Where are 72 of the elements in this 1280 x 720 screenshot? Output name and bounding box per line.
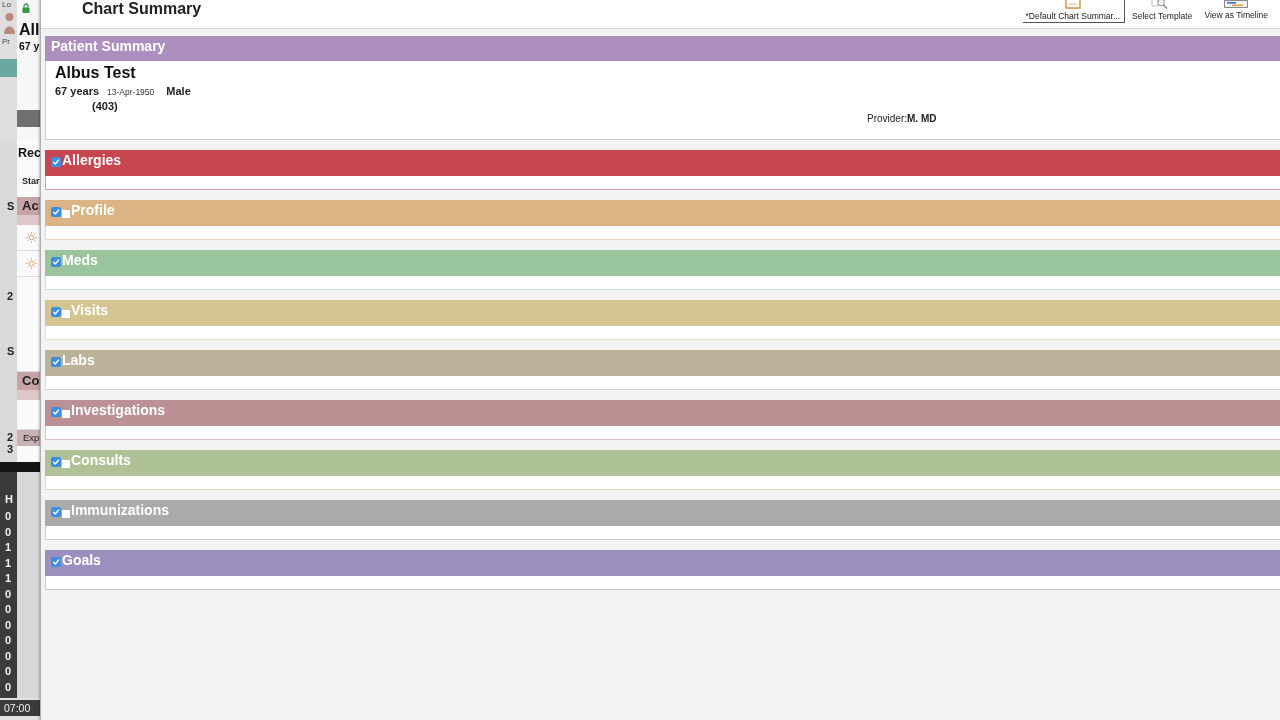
label-text: Pr — [1, 37, 10, 47]
avatar-icon — [4, 12, 15, 34]
provider-text: Provider:M. MD — [867, 113, 937, 125]
toolbar-button[interactable]: View as Timeline — [1201, 0, 1273, 23]
hour-text: 0 — [4, 648, 12, 664]
panel-footer: Exp — [17, 430, 40, 446]
panel-header: Co — [17, 372, 40, 390]
label-text: Star — [21, 175, 40, 187]
checkbox[interactable] — [62, 510, 70, 518]
checkbox[interactable] — [51, 207, 61, 217]
label-text: Lo — [1, 0, 11, 10]
checkbox[interactable] — [51, 157, 61, 167]
rail-text: 2 — [6, 290, 14, 302]
hour-text: 0 — [4, 664, 12, 679]
panel-subheader — [17, 390, 40, 400]
section-title: Visits — [71, 302, 109, 318]
patient-code: (403) — [92, 99, 118, 113]
rail-text: 2 — [6, 431, 14, 443]
hour-text: 0 — [4, 524, 12, 540]
tab-block — [0, 59, 17, 77]
separator-bar — [0, 462, 40, 472]
sun-icon — [26, 258, 37, 269]
hour-text: 1 — [4, 571, 12, 586]
checkbox[interactable] — [51, 357, 61, 367]
section-title: Allergies — [62, 152, 122, 168]
heading-text: Rec — [17, 145, 40, 161]
patient-name: Albus Test — [55, 63, 136, 83]
toolbar-button[interactable]: Select Template — [1129, 0, 1198, 23]
rail-text: 3 — [6, 443, 14, 455]
checkbox[interactable] — [51, 507, 61, 517]
patient-sex: Male — [166, 84, 191, 98]
checkbox[interactable] — [51, 557, 61, 567]
checkbox[interactable] — [62, 410, 70, 418]
hour-text: 1 — [4, 540, 12, 555]
checkbox[interactable] — [51, 407, 61, 417]
sun-icon — [26, 232, 37, 243]
checkbox[interactable] — [62, 310, 70, 318]
section-title: Labs — [62, 352, 95, 368]
bar-block — [17, 110, 40, 127]
birth-date: 13-Apr-1950 — [107, 86, 155, 98]
section-title: Meds — [62, 252, 98, 268]
window-title: Chart Summary — [82, 0, 202, 17]
patient-age: 67 years — [55, 84, 100, 98]
rail-text: S — [6, 345, 15, 357]
section-title: Profile — [71, 202, 115, 218]
checkbox[interactable] — [51, 307, 61, 317]
section-title: Immunizations — [71, 502, 169, 518]
checkbox[interactable] — [62, 210, 70, 218]
toolbar-button[interactable]: *Default Chart Summar... — [1022, 0, 1126, 23]
heading-text: All — [18, 20, 40, 40]
hour-text: 0 — [4, 617, 12, 633]
summary-title: Patient Summary — [51, 38, 166, 55]
hour-text: 0 — [4, 602, 12, 617]
timeline-icon — [1224, 0, 1249, 8]
lock-icon — [22, 3, 30, 13]
column-heading: H — [4, 492, 13, 507]
time-text: 07:00 — [4, 702, 31, 714]
hour-text: 0 — [4, 586, 12, 602]
section-title: Consults — [71, 452, 131, 468]
checkbox[interactable] — [62, 460, 70, 468]
section-title: Investigations — [71, 402, 166, 418]
panel-header: Ac — [17, 197, 40, 215]
hour-text: 0 — [4, 633, 12, 648]
section-title: Goals — [62, 552, 101, 568]
age-text: 67 y — [18, 40, 40, 53]
hour-text: 1 — [4, 555, 12, 571]
checkbox[interactable] — [51, 257, 61, 267]
checkbox[interactable] — [51, 457, 61, 467]
hour-text: 0 — [4, 679, 12, 695]
panel-subheader — [17, 215, 40, 225]
hour-text: 0 — [4, 509, 12, 524]
rail-text: S — [6, 200, 15, 212]
